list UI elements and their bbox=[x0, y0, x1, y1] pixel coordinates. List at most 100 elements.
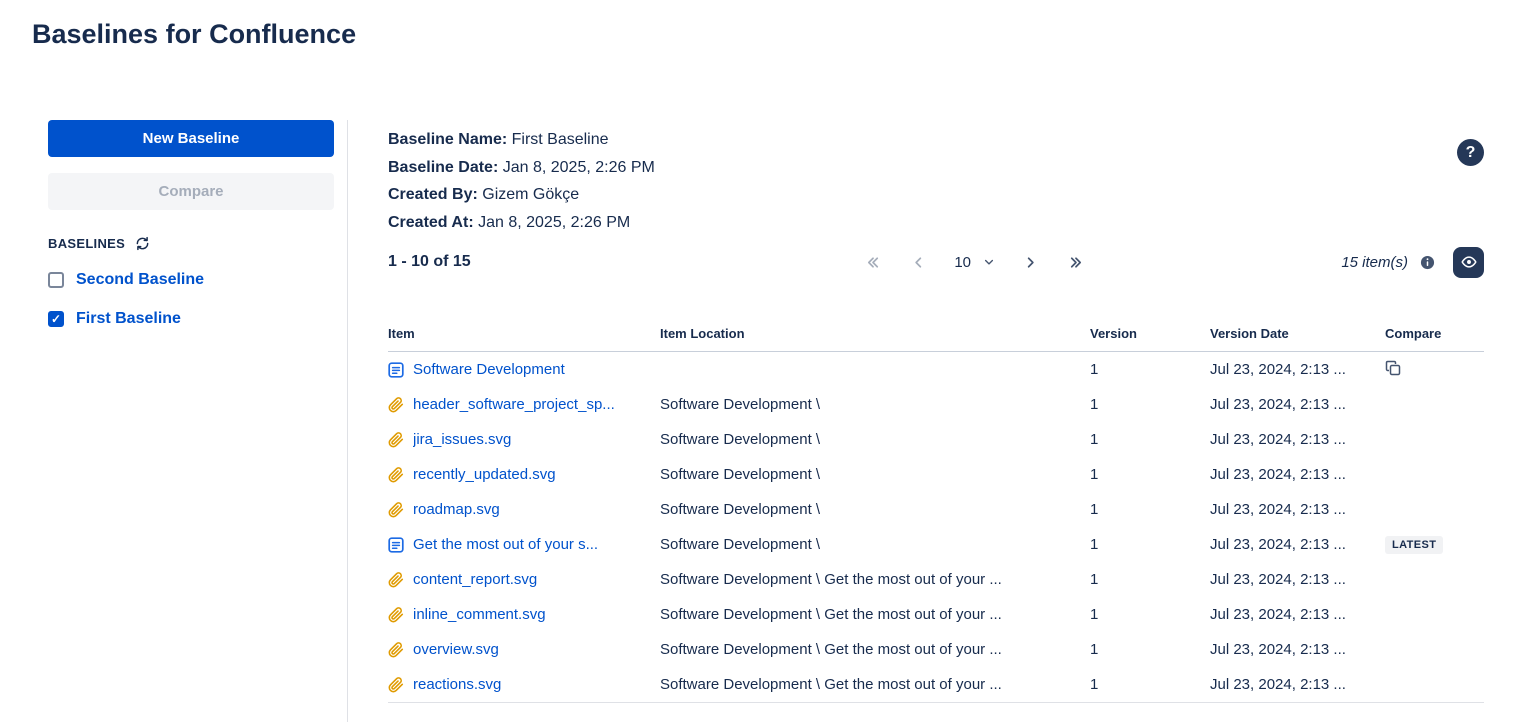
item-cell: inline_comment.svg bbox=[388, 606, 660, 623]
attachment-icon bbox=[388, 502, 404, 518]
attachment-icon bbox=[388, 677, 404, 693]
item-version: 1 bbox=[1090, 431, 1210, 448]
baseline-link[interactable]: Second Baseline bbox=[76, 271, 204, 289]
item-link[interactable]: Get the most out of your s... bbox=[413, 536, 598, 553]
item-location: Software Development \ bbox=[660, 466, 1090, 483]
column-version-date: Version Date bbox=[1210, 326, 1385, 341]
detail-value: Jan 8, 2025, 2:26 PM bbox=[503, 159, 655, 176]
item-link[interactable]: header_software_project_sp... bbox=[413, 396, 615, 413]
item-version: 1 bbox=[1090, 361, 1210, 378]
attachment-icon bbox=[388, 642, 404, 658]
item-version: 1 bbox=[1090, 606, 1210, 623]
item-location: Software Development \ Get the most out … bbox=[660, 641, 1090, 658]
table-row: content_report.svg Software Development … bbox=[388, 562, 1484, 597]
item-version-date: Jul 23, 2024, 2:13 ... bbox=[1210, 606, 1385, 623]
detail-label: Baseline Date: bbox=[388, 159, 503, 176]
eye-button[interactable] bbox=[1453, 247, 1484, 278]
table-header: Item Item Location Version Version Date … bbox=[388, 316, 1484, 352]
item-version: 1 bbox=[1090, 536, 1210, 553]
detail-line: Baseline Date: Jan 8, 2025, 2:26 PM bbox=[388, 154, 1484, 182]
pagination-controls: 10 bbox=[608, 253, 1341, 272]
detail-value: Gizem Gökçe bbox=[482, 186, 579, 203]
detail-label: Created At: bbox=[388, 214, 478, 231]
copy-icon[interactable] bbox=[1385, 360, 1401, 376]
item-cell: header_software_project_sp... bbox=[388, 396, 660, 413]
table-row: overview.svg Software Development \ Get … bbox=[388, 632, 1484, 667]
layout: New Baseline Compare BASELINES Second Ba… bbox=[0, 120, 1522, 722]
attachment-icon bbox=[388, 397, 404, 413]
new-baseline-button[interactable]: New Baseline bbox=[48, 120, 334, 157]
baseline-list-item: First Baseline bbox=[48, 310, 334, 328]
chevron-down-icon bbox=[983, 256, 995, 268]
table-row: jira_issues.svg Software Development \ 1… bbox=[388, 422, 1484, 457]
table-row: Get the most out of your s... Software D… bbox=[388, 527, 1484, 562]
detail-line: Created At: Jan 8, 2025, 2:26 PM bbox=[388, 209, 1484, 237]
item-version-date: Jul 23, 2024, 2:13 ... bbox=[1210, 361, 1385, 378]
table-row: recently_updated.svg Software Developmen… bbox=[388, 457, 1484, 492]
compare-cell bbox=[1385, 360, 1484, 380]
item-version: 1 bbox=[1090, 466, 1210, 483]
attachment-icon bbox=[388, 572, 404, 588]
latest-badge: LATEST bbox=[1385, 536, 1443, 554]
table-row: reactions.svg Software Development \ Get… bbox=[388, 667, 1484, 702]
item-location: Software Development \ Get the most out … bbox=[660, 571, 1090, 588]
item-link[interactable]: content_report.svg bbox=[413, 571, 537, 588]
item-version-date: Jul 23, 2024, 2:13 ... bbox=[1210, 676, 1385, 693]
item-link[interactable]: jira_issues.svg bbox=[413, 431, 511, 448]
item-location: Software Development \ bbox=[660, 501, 1090, 518]
item-link[interactable]: inline_comment.svg bbox=[413, 606, 546, 623]
item-link[interactable]: recently_updated.svg bbox=[413, 466, 556, 483]
page-title: Baselines for Confluence bbox=[32, 18, 1522, 50]
info-icon[interactable] bbox=[1420, 255, 1435, 270]
compare-button[interactable]: Compare bbox=[48, 173, 334, 210]
detail-fields: Baseline Name: First Baseline Baseline D… bbox=[388, 126, 1484, 236]
pagination-right: 15 item(s) bbox=[1341, 247, 1484, 278]
page-size-dropdown[interactable]: 10 bbox=[954, 254, 995, 271]
item-cell: overview.svg bbox=[388, 641, 660, 658]
next-page-button[interactable] bbox=[1021, 253, 1040, 272]
baseline-checkbox[interactable] bbox=[48, 311, 64, 327]
attachment-icon bbox=[388, 467, 404, 483]
compare-cell: LATEST bbox=[1385, 535, 1484, 554]
detail-label: Baseline Name: bbox=[388, 131, 512, 148]
item-location: Software Development \ Get the most out … bbox=[660, 606, 1090, 623]
main-content: Baseline Name: First Baseline Baseline D… bbox=[348, 120, 1522, 722]
item-cell: content_report.svg bbox=[388, 571, 660, 588]
item-cell: jira_issues.svg bbox=[388, 431, 660, 448]
column-item: Item bbox=[388, 326, 660, 341]
item-location: Software Development \ bbox=[660, 396, 1090, 413]
baseline-list: Second Baseline First Baseline bbox=[48, 271, 334, 328]
item-link[interactable]: Software Development bbox=[413, 361, 565, 378]
column-item-location: Item Location bbox=[660, 326, 1090, 341]
item-version-date: Jul 23, 2024, 2:13 ... bbox=[1210, 571, 1385, 588]
refresh-icon[interactable] bbox=[135, 236, 150, 251]
pagination-bar: 1 - 10 of 15 10 bbox=[388, 246, 1484, 278]
baseline-link[interactable]: First Baseline bbox=[76, 310, 181, 328]
item-version: 1 bbox=[1090, 676, 1210, 693]
eye-icon bbox=[1460, 253, 1478, 271]
detail-line: Created By: Gizem Gökçe bbox=[388, 181, 1484, 209]
first-page-button[interactable] bbox=[864, 253, 883, 272]
last-page-button[interactable] bbox=[1066, 253, 1085, 272]
table-row: roadmap.svg Software Development \ 1 Jul… bbox=[388, 492, 1484, 527]
item-version-date: Jul 23, 2024, 2:13 ... bbox=[1210, 501, 1385, 518]
sidebar: New Baseline Compare BASELINES Second Ba… bbox=[48, 120, 348, 722]
item-version-date: Jul 23, 2024, 2:13 ... bbox=[1210, 536, 1385, 553]
baseline-checkbox[interactable] bbox=[48, 272, 64, 288]
column-version: Version bbox=[1090, 326, 1210, 341]
prev-page-button[interactable] bbox=[909, 253, 928, 272]
baseline-list-item: Second Baseline bbox=[48, 271, 334, 289]
item-cell: Software Development bbox=[388, 361, 660, 378]
help-icon[interactable]: ? bbox=[1457, 139, 1484, 166]
item-link[interactable]: reactions.svg bbox=[413, 676, 501, 693]
pagination-range: 1 - 10 of 15 bbox=[388, 253, 608, 271]
attachment-icon bbox=[388, 607, 404, 623]
detail-value: Jan 8, 2025, 2:26 PM bbox=[478, 214, 630, 231]
item-version: 1 bbox=[1090, 501, 1210, 518]
item-link[interactable]: overview.svg bbox=[413, 641, 499, 658]
table-body: Software Development 1 Jul 23, 2024, 2:1… bbox=[388, 352, 1484, 702]
item-cell: roadmap.svg bbox=[388, 501, 660, 518]
item-version: 1 bbox=[1090, 641, 1210, 658]
item-cell: Get the most out of your s... bbox=[388, 536, 660, 553]
item-link[interactable]: roadmap.svg bbox=[413, 501, 500, 518]
